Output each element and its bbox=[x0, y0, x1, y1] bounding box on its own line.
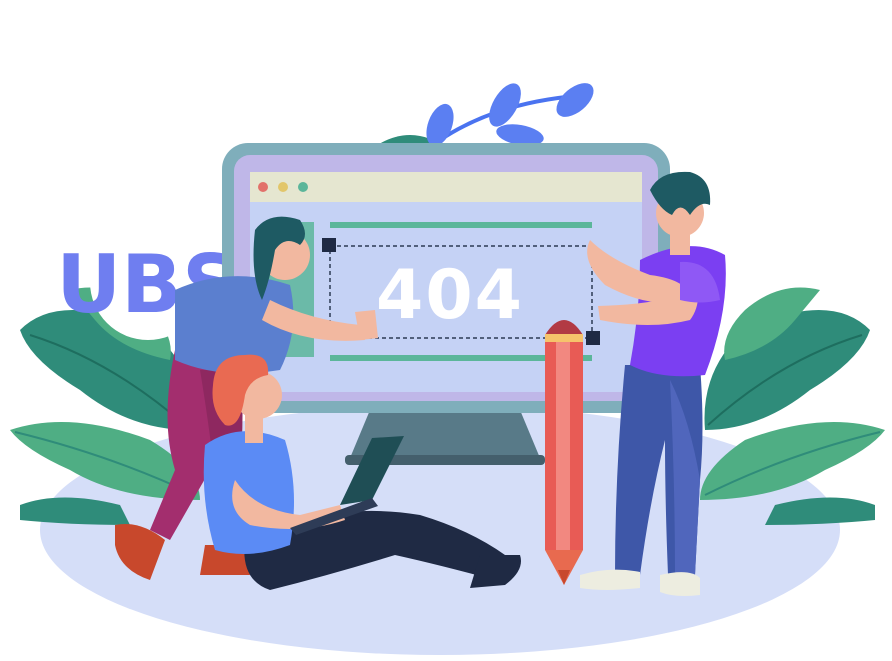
not-found-illustration: UBS 404 bbox=[0, 0, 892, 661]
top-plant bbox=[370, 83, 594, 150]
error-code: 404 bbox=[376, 256, 524, 335]
window-dots-icon bbox=[258, 182, 308, 192]
browser-bar bbox=[250, 172, 642, 202]
pencil-icon bbox=[545, 320, 583, 585]
scene-svg: UBS 404 bbox=[10, 83, 885, 655]
